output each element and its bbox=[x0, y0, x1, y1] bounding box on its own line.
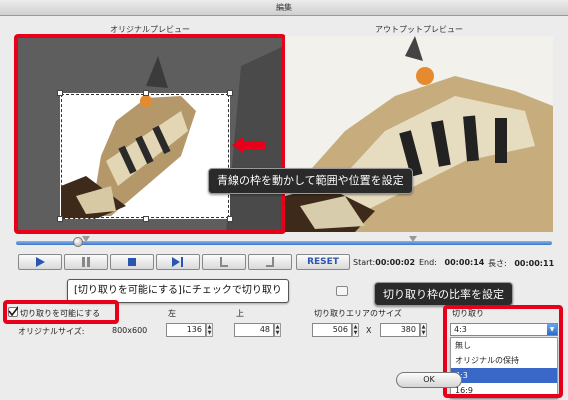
timeline-slider[interactable] bbox=[16, 236, 552, 252]
ratio-option-none[interactable]: 無し bbox=[451, 338, 557, 353]
reset-button[interactable]: RESET bbox=[296, 254, 350, 270]
skip-forward-icon bbox=[172, 257, 183, 267]
height-input[interactable]: 380 bbox=[380, 323, 420, 337]
enable-crop-checkbox[interactable] bbox=[8, 306, 18, 317]
start-time: Start:00:00:02 bbox=[353, 258, 415, 267]
timeline-track[interactable] bbox=[16, 241, 552, 245]
play-button[interactable] bbox=[18, 254, 62, 270]
ratio-select[interactable]: 4:3 ▼ bbox=[450, 323, 558, 336]
enable-crop-callout: [切り取りを可能にする]にチェックで切り取り bbox=[67, 279, 289, 303]
ratio-label: 切り取り bbox=[452, 309, 484, 318]
width-input[interactable]: 506 bbox=[312, 323, 352, 337]
pause-icon bbox=[82, 257, 90, 267]
ratio-option-keep-original[interactable]: オリジナルの保持 bbox=[451, 353, 557, 368]
end-time-value: 00:00:14 bbox=[444, 258, 485, 267]
crop-handle[interactable] bbox=[57, 90, 63, 96]
arrow-left-icon bbox=[232, 136, 266, 154]
ok-button[interactable]: OK bbox=[396, 372, 462, 388]
end-marker[interactable] bbox=[409, 236, 417, 242]
ratio-option-16-9[interactable]: 16:9 bbox=[451, 383, 557, 398]
ratio-select-value: 4:3 bbox=[454, 325, 467, 334]
next-frame-button[interactable] bbox=[156, 254, 200, 270]
output-preview-image bbox=[285, 36, 553, 232]
window-title-bar: 編集 bbox=[0, 0, 568, 16]
crop-handle[interactable] bbox=[227, 90, 233, 96]
stop-button[interactable] bbox=[110, 254, 154, 270]
enable-crop-label: 切り取りを可能にする bbox=[20, 309, 101, 318]
set-start-button[interactable] bbox=[202, 254, 246, 270]
top-input[interactable]: 48 bbox=[234, 323, 274, 337]
area-size-label: 切り取りエリアのサイズ bbox=[314, 309, 402, 318]
ratio-dropdown[interactable]: 無し オリジナルの保持 4:3 16:9 bbox=[450, 337, 558, 399]
checkmark-icon bbox=[8, 306, 18, 316]
ratio-option-4-3[interactable]: 4:3 bbox=[451, 368, 557, 383]
original-size-value: 800x600 bbox=[112, 326, 148, 335]
start-marker[interactable] bbox=[82, 236, 90, 242]
crop-handle[interactable] bbox=[143, 216, 149, 222]
length-time-value: 00:00:11 bbox=[514, 259, 555, 268]
crop-handle[interactable] bbox=[227, 216, 233, 222]
original-preview[interactable] bbox=[16, 36, 284, 232]
bracket-end-icon bbox=[266, 257, 274, 267]
start-time-value: 00:00:02 bbox=[375, 258, 416, 267]
output-preview bbox=[285, 36, 553, 232]
top-stepper[interactable]: ▲ ▼ bbox=[274, 323, 281, 337]
original-size-label: オリジナルサイズ: bbox=[18, 327, 85, 336]
output-preview-label: アウトプットプレビュー bbox=[375, 25, 463, 34]
width-stepper[interactable]: ▲ ▼ bbox=[352, 323, 359, 337]
crop-handle[interactable] bbox=[143, 90, 149, 96]
chevron-down-icon[interactable]: ▼ bbox=[547, 324, 557, 335]
move-crop-callout: 青線の枠を動かして範囲や位置を設定 bbox=[208, 168, 413, 194]
original-preview-label: オリジナルプレビュー bbox=[110, 25, 190, 34]
pause-button[interactable] bbox=[64, 254, 108, 270]
bracket-start-icon bbox=[220, 257, 228, 267]
end-time-label: End: bbox=[419, 258, 437, 267]
start-time-label: Start: bbox=[353, 258, 376, 267]
end-time: End: 00:00:14 bbox=[419, 258, 484, 267]
playhead-knob[interactable] bbox=[72, 237, 83, 247]
top-label: 上 bbox=[236, 309, 244, 318]
left-input[interactable]: 136 bbox=[166, 323, 206, 337]
stop-icon bbox=[128, 258, 136, 266]
play-icon bbox=[36, 257, 45, 267]
crop-handle[interactable] bbox=[57, 216, 63, 222]
set-end-button[interactable] bbox=[248, 254, 292, 270]
disclosure-button[interactable] bbox=[336, 286, 348, 296]
window-title: 編集 bbox=[276, 3, 292, 12]
length-time: 長さ: 00:00:11 bbox=[488, 258, 554, 269]
left-label: 左 bbox=[168, 309, 176, 318]
ratio-callout: 切り取り枠の比率を設定 bbox=[374, 282, 513, 306]
crop-rectangle[interactable] bbox=[57, 90, 233, 222]
height-stepper[interactable]: ▲ ▼ bbox=[420, 323, 427, 337]
times-label: X bbox=[366, 326, 372, 335]
length-time-label: 長さ: bbox=[488, 259, 507, 268]
left-stepper[interactable]: ▲ ▼ bbox=[206, 323, 213, 337]
